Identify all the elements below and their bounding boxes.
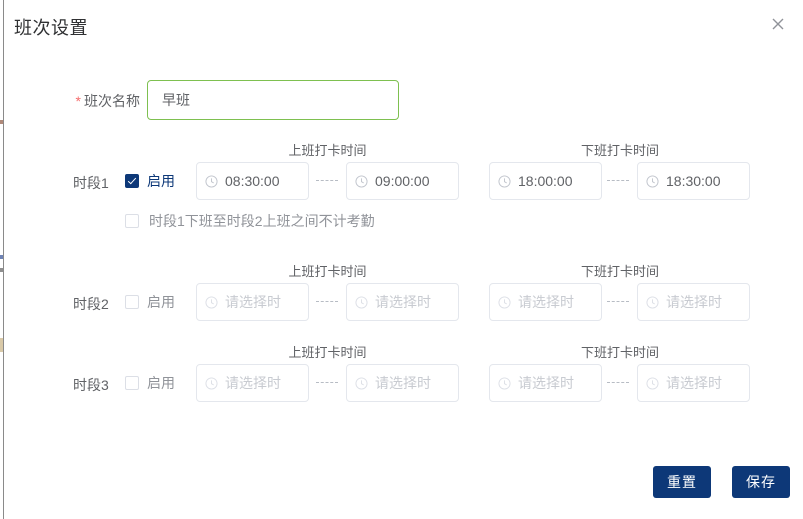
checkbox-checked-icon [125,174,139,188]
period-2-enable-label: 启用 [147,294,175,310]
no-attendance-checkbox[interactable]: 时段1下班至时段2上班之间不计考勤 [125,211,375,231]
page-title: 班次设置 [14,18,88,38]
period-3-enable-label: 启用 [147,375,175,391]
underlying-page-edge [0,0,4,519]
clock-icon [646,295,659,309]
clock-icon [355,376,368,390]
checkbox-unchecked-icon [125,214,139,228]
period-2-clock-out-start-placeholder: 请选择时 [518,294,574,310]
checkbox-unchecked-icon [125,376,139,390]
clock-out-separator-1 [607,180,629,181]
page-edge-speck [0,338,3,352]
period-1-enable-checkbox[interactable]: 启用 [125,162,175,200]
clock-in-separator-1 [316,180,338,181]
period-3-label: 时段3 [73,377,109,393]
clock-in-column-header: 上班打卡时间 [288,345,367,360]
save-button[interactable]: 保存 [732,466,790,498]
period-3-enable-checkbox[interactable]: 启用 [125,364,175,402]
dialog-footer: 重置 保存 [5,457,803,519]
shift-name-label: * 班次名称 [35,91,140,111]
dialog-header: 班次设置 [5,0,803,56]
period-1-clock-out-start-value: 18:00:00 [518,173,573,189]
period-2-clock-in-end-input[interactable]: 请选择时 [346,283,459,321]
clock-icon [646,174,659,188]
no-attendance-label: 时段1下班至时段2上班之间不计考勤 [149,213,375,229]
close-icon[interactable] [766,12,790,36]
period-1-enable-label: 启用 [147,173,175,189]
page-edge-speck [0,255,3,259]
required-asterisk: * [75,93,81,109]
reset-button[interactable]: 重置 [653,466,711,498]
clock-in-column-header: 上班打卡时间 [288,143,367,158]
period-1-clock-in-start-input[interactable]: 08:30:00 [196,162,309,200]
period-2-enable-checkbox[interactable]: 启用 [125,283,175,321]
clock-icon [355,295,368,309]
clock-icon [498,376,511,390]
clock-out-column-header: 下班打卡时间 [580,345,659,360]
clock-out-column-header: 下班打卡时间 [580,264,659,279]
period-1-label: 时段1 [73,175,109,191]
period-3-clock-in-end-placeholder: 请选择时 [375,375,431,391]
period-2-clock-in-start-placeholder: 请选择时 [225,294,281,310]
clock-icon [355,174,368,188]
clock-icon [498,174,511,188]
period-1-clock-out-start-input[interactable]: 18:00:00 [489,162,602,200]
checkbox-unchecked-icon [125,295,139,309]
period-2-clock-in-start-input[interactable]: 请选择时 [196,283,309,321]
period-2-clock-in-end-placeholder: 请选择时 [375,294,431,310]
period-3-clock-in-start-placeholder: 请选择时 [225,375,281,391]
clock-icon [498,295,511,309]
period-2-label: 时段2 [73,296,109,312]
period-1-clock-out-end-value: 18:30:00 [666,173,721,189]
clock-out-separator-2 [607,301,629,302]
page-edge-speck [0,268,3,272]
shift-name-input[interactable] [147,80,399,120]
shift-settings-dialog: 班次设置 *班次名称 上班打卡时间 下班打卡时间 时段1 启用 08:30:00 [5,0,803,519]
clock-icon [205,376,218,390]
period-3-clock-out-start-placeholder: 请选择时 [518,375,574,391]
clock-out-separator-3 [607,382,629,383]
period-1-clock-in-end-value: 09:00:00 [375,173,430,189]
clock-icon [205,174,218,188]
period-1-clock-out-end-input[interactable]: 18:30:00 [637,162,750,200]
period-3-clock-out-start-input[interactable]: 请选择时 [489,364,602,402]
period-3-row: 上班打卡时间 下班打卡时间 时段3 启用 请选择时 请选择时 请选择时 请选择时 [5,345,803,402]
period-1-clock-in-start-value: 08:30:00 [225,173,280,189]
period-2-row: 上班打卡时间 下班打卡时间 时段2 启用 请选择时 请选择时 请选择时 请选择时 [5,264,803,321]
period-3-clock-in-end-input[interactable]: 请选择时 [346,364,459,402]
clock-in-separator-3 [316,382,338,383]
period-3-clock-out-end-input[interactable]: 请选择时 [637,364,750,402]
clock-in-column-header: 上班打卡时间 [288,264,367,279]
period-3-clock-in-start-input[interactable]: 请选择时 [196,364,309,402]
clock-in-separator-2 [316,301,338,302]
clock-icon [205,295,218,309]
period-1-clock-in-end-input[interactable]: 09:00:00 [346,162,459,200]
period-1-row: 上班打卡时间 下班打卡时间 时段1 启用 08:30:00 09:00:00 1… [5,143,803,200]
shift-name-row: * 班次名称 [5,80,803,120]
clock-out-column-header: 下班打卡时间 [580,143,659,158]
shift-name-label-text: 班次名称 [84,93,140,109]
clock-icon [646,376,659,390]
period-3-clock-out-end-placeholder: 请选择时 [666,375,722,391]
page-edge-speck [0,120,3,124]
period-2-clock-out-end-placeholder: 请选择时 [666,294,722,310]
period-2-clock-out-start-input[interactable]: 请选择时 [489,283,602,321]
period-2-clock-out-end-input[interactable]: 请选择时 [637,283,750,321]
